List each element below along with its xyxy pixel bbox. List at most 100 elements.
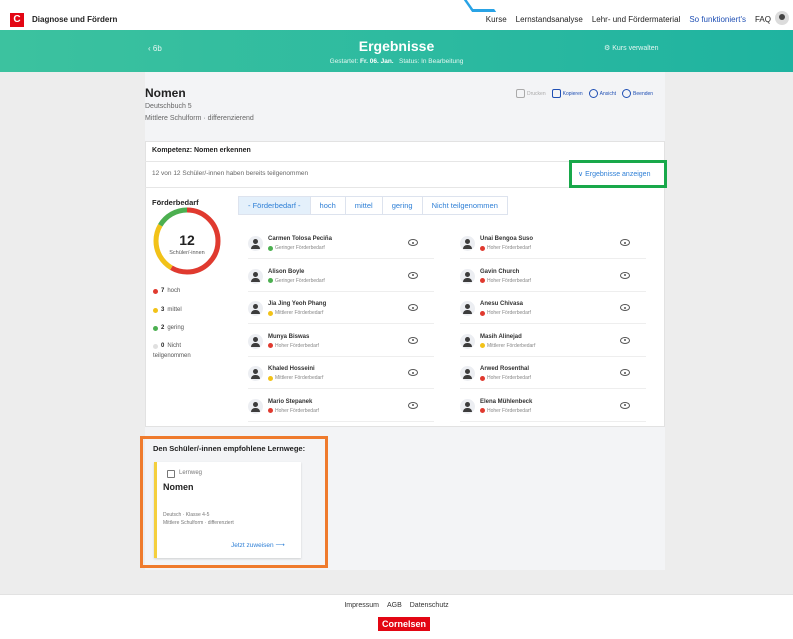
participation-text: 12 von 12 Schüler/-innen haben bereits t… <box>152 170 309 177</box>
footer-links: Impressum AGB Datenschutz <box>0 602 793 609</box>
view-student-eye-icon[interactable] <box>620 239 630 246</box>
student-row[interactable]: Alison Boyle Geringer Förderbedarf <box>248 266 434 292</box>
legend-nicht: 0 Nicht <box>153 343 181 349</box>
legend-label: hoch <box>167 288 181 294</box>
need-dot <box>480 408 485 413</box>
legend-dot <box>153 343 158 349</box>
need-dot <box>480 245 485 251</box>
view-student-eye-icon[interactable] <box>620 369 630 376</box>
legend-dot <box>153 325 158 331</box>
need-dot <box>480 375 485 381</box>
student-avatar-icon <box>460 268 475 284</box>
started-label: Gestartet: <box>329 58 359 65</box>
view-student-eye-icon[interactable] <box>408 336 418 344</box>
student-row[interactable]: Munya Biswas Hoher Förderbedarf <box>248 331 434 357</box>
view-student-eye-icon[interactable] <box>620 401 630 409</box>
student-name: Alison Boyle <box>268 268 305 275</box>
user-avatar-icon[interactable] <box>775 11 789 25</box>
student-row[interactable]: Arwed Rosenthal Hoher Förderbedarf <box>460 363 646 389</box>
student-need: Hoher Förderbedarf <box>480 408 531 414</box>
test-school: Mittlere Schulform · differenzierend <box>145 115 254 122</box>
need-dot <box>268 278 273 283</box>
footer-logo[interactable]: Cornelsen <box>378 617 431 631</box>
show-results-label: Ergebnisse anzeigen <box>585 171 651 178</box>
tab-mittel[interactable]: mittel <box>344 196 382 215</box>
print-button[interactable]: Drucken <box>516 89 546 98</box>
view-student-eye-icon[interactable] <box>408 369 418 376</box>
student-row[interactable]: Carmen Tolosa Peciña Geringer Förderbedar… <box>248 233 434 259</box>
footer-impressum[interactable]: Impressum <box>344 602 379 609</box>
started-value: Fr. 06. Jan. <box>360 58 394 65</box>
need-label: Hoher Förderbedarf <box>487 407 531 414</box>
tab-all[interactable]: - Förderbedarf - <box>238 196 310 215</box>
student-row[interactable]: Mario Stepanek Hoher Förderbedarf <box>248 396 434 422</box>
app-title[interactable]: Diagnose und Fördern <box>32 15 117 24</box>
learning-path-tag: Lernweg <box>179 470 203 476</box>
view-student-eye-icon[interactable] <box>408 239 418 246</box>
legend-hoch: 7 hoch <box>153 288 180 294</box>
main-nav: Kurse Lernstandsanalyse Lehr- und Förder… <box>486 15 771 24</box>
student-name: Masih Alinejad <box>480 333 522 340</box>
copy-button[interactable]: Kopieren <box>551 89 583 98</box>
manage-course-button[interactable]: ⚙ Kurs verwalten <box>604 44 659 52</box>
student-avatar-icon <box>460 301 475 316</box>
need-label: Hoher Förderbedarf <box>487 310 531 316</box>
student-avatar-icon <box>248 236 263 251</box>
need-dot <box>268 408 273 413</box>
nav-item-material[interactable]: Lehr- und Fördermaterial <box>592 15 680 24</box>
student-row[interactable]: Masih Alinejad Mittlerer Förderbedarf <box>460 331 646 357</box>
learning-path-card[interactable]: Lernweg Nomen Deutsch · Klasse 4-5 Mittl… <box>154 462 301 558</box>
view-student-eye-icon[interactable] <box>620 271 630 279</box>
footer-datenschutz[interactable]: Datenschutz <box>410 602 449 609</box>
results-header: ‹ 6b Ergebnisse Gestartet: Fr. 06. Jan. … <box>0 30 793 72</box>
legend-label: teilgenommen <box>153 353 191 359</box>
student-need: Hoher Förderbedarf <box>480 245 531 251</box>
learning-path-subject: Deutsch · Klasse 4-5 <box>163 512 210 518</box>
student-row[interactable]: Jia Jing Yeoh Phang Mittlerer Förderbedar… <box>248 298 434 324</box>
view-student-eye-icon[interactable] <box>620 304 630 311</box>
view-student-eye-icon[interactable] <box>408 304 418 311</box>
student-row[interactable]: Unai Bengoa Suso Hoher Förderbedarf <box>460 233 646 259</box>
student-count-label: Schüler/-innen <box>169 250 205 256</box>
need-label: Geringer Förderbedarf <box>275 277 325 284</box>
footer-agb[interactable]: AGB <box>387 602 402 609</box>
copy-label: Kopieren <box>562 90 583 97</box>
legend-label: mittel <box>167 307 182 313</box>
show-results-toggle[interactable]: ∨ Ergebnisse anzeigen <box>578 170 650 178</box>
assign-button[interactable]: Jetzt zuweisen ⟶ <box>231 541 285 549</box>
student-row[interactable]: Khaled Hosseini Mittlerer Förderbedarf <box>248 363 434 389</box>
legend-gering: 2 gering <box>153 325 184 331</box>
end-button[interactable]: Beenden <box>622 89 653 98</box>
tab-gering[interactable]: gering <box>381 196 422 215</box>
cornelsen-logo-icon[interactable]: C <box>10 13 24 27</box>
student-row[interactable]: Gavin Church Hoher Förderbedarf <box>460 266 646 292</box>
view-student-eye-icon[interactable] <box>408 271 418 279</box>
student-count: 12 <box>179 232 195 248</box>
need-label: Mittlerer Förderbedarf <box>275 375 324 381</box>
need-filter-tabs: - Förderbedarf - hoch mittel gering Nich… <box>238 196 508 215</box>
student-avatar-icon <box>248 333 263 349</box>
view-student-eye-icon[interactable] <box>620 336 630 344</box>
nav-item-faq[interactable]: FAQ <box>755 15 771 24</box>
student-name: Mario Stepanek <box>268 398 313 405</box>
nav-item-lernstandsanalyse[interactable]: Lernstandsanalyse <box>516 15 583 24</box>
nav-item-so-funktionierts[interactable]: So funktioniert's <box>689 15 746 24</box>
legend-count: 2 <box>161 325 165 331</box>
student-avatar-icon <box>460 366 475 381</box>
view-button[interactable]: Ansicht <box>588 89 616 98</box>
legend-dot <box>153 307 158 313</box>
tab-nicht-teilgenommen[interactable]: Nicht teilgenommen <box>421 196 508 215</box>
test-book: Deutschbuch 5 <box>145 103 192 110</box>
nav-item-kurse[interactable]: Kurse <box>486 15 507 24</box>
view-student-eye-icon[interactable] <box>408 401 418 409</box>
learning-path-school: Mittlere Schulform · differenziert <box>163 520 234 526</box>
tab-hoch[interactable]: hoch <box>309 196 345 215</box>
student-row[interactable]: Elena Mühlenbeck Hoher Förderbedarf <box>460 396 646 422</box>
student-name: Unai Bengoa Suso <box>480 236 534 242</box>
legend-count: 3 <box>161 307 165 313</box>
student-name: Jia Jing Yeoh Phang <box>268 301 327 307</box>
page-title: Ergebnisse <box>358 38 435 54</box>
assign-label: Jetzt zuweisen <box>231 542 274 549</box>
student-row[interactable]: Anesu Chivasa Hoher Förderbedarf <box>460 298 646 324</box>
student-need: Mittlerer Förderbedarf <box>268 310 323 316</box>
